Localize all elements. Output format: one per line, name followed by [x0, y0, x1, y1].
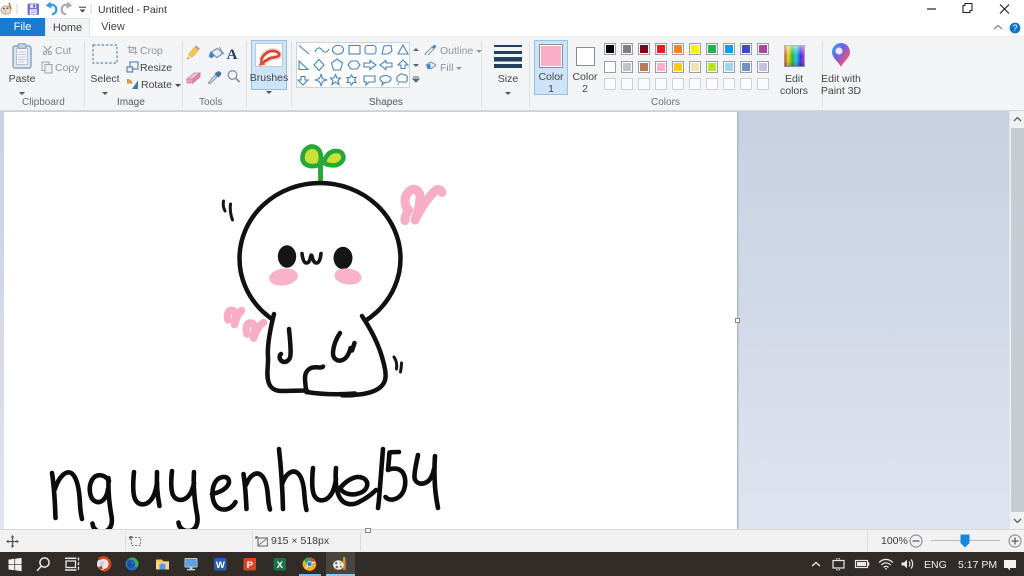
svg-text:A: A: [227, 47, 238, 63]
svg-text:?: ?: [1012, 23, 1017, 33]
svg-text:ENG: ENG: [924, 559, 947, 571]
svg-text:W: W: [216, 560, 225, 571]
svg-text:P: P: [247, 560, 254, 571]
svg-text:X: X: [277, 560, 284, 571]
svg-text:5:17 PM: 5:17 PM: [958, 559, 997, 571]
